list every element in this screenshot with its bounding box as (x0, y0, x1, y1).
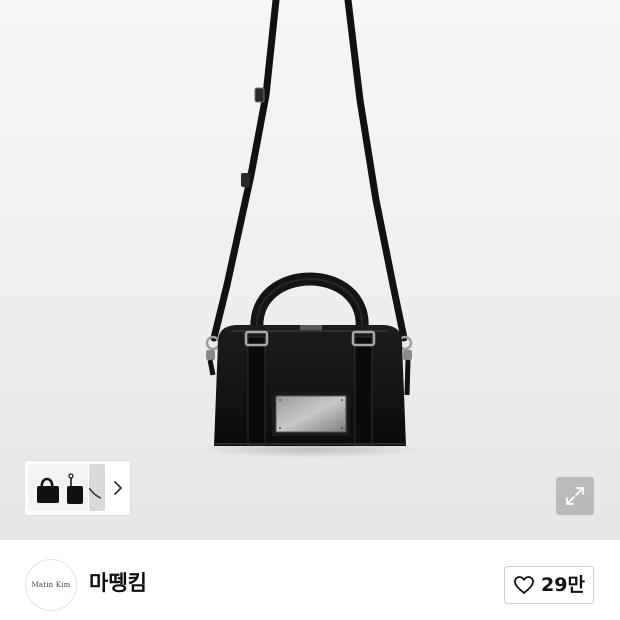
chevron-right-icon[interactable] (109, 476, 127, 500)
product-photo (195, 0, 425, 458)
brand-row: Matin Kim 마뗑킴 29만 (0, 540, 620, 620)
brand-logo-text: Matin Kim (31, 581, 71, 589)
expand-image-button[interactable] (556, 477, 594, 515)
like-count: 29만 (541, 574, 585, 596)
bag-front-thumbnail[interactable] (28, 464, 88, 511)
product-hero-image[interactable] (0, 0, 620, 540)
expand-arrows-icon (566, 487, 584, 505)
thumbnail-strip (25, 461, 130, 515)
heart-outline-icon (514, 576, 534, 594)
brand-name[interactable]: 마뗑킴 (89, 570, 147, 596)
bag-partial-thumbnail[interactable] (89, 464, 105, 511)
like-button[interactable]: 29만 (504, 566, 594, 604)
thumbnail-image (37, 473, 83, 504)
thumbnail-image (89, 487, 102, 499)
brand-logo[interactable]: Matin Kim (25, 559, 77, 611)
